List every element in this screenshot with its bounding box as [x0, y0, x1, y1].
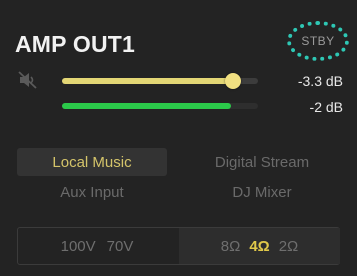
level-meter-fill: [62, 103, 231, 109]
source-dj-mixer[interactable]: DJ Mixer: [187, 178, 337, 206]
voltage-100v-option[interactable]: 100V: [61, 238, 96, 255]
volume-slider[interactable]: [62, 73, 258, 89]
standby-label: STBY: [301, 34, 335, 48]
volume-slider-fill: [62, 78, 233, 84]
voltage-selector: 100V 70V: [18, 228, 176, 264]
output-mode-box: 100V 70V 8Ω 4Ω 2Ω: [17, 227, 340, 265]
speaker-muted-icon[interactable]: [18, 71, 38, 89]
output-title: AMP OUT1: [15, 31, 136, 57]
source-aux-input[interactable]: Aux Input: [17, 178, 167, 206]
source-selector: Local Music Digital Stream Aux Input DJ …: [17, 148, 340, 210]
meter-db-readout: -2 dB: [309, 99, 343, 115]
impedance-4ohm-option[interactable]: 4Ω: [249, 238, 269, 255]
source-digital-stream[interactable]: Digital Stream: [187, 148, 337, 176]
volume-slider-handle[interactable]: [224, 73, 241, 89]
standby-button[interactable]: STBY: [287, 21, 349, 61]
level-meter: [62, 103, 258, 109]
impedance-selector: 8Ω 4Ω 2Ω: [179, 228, 340, 264]
amp-output-panel: AMP OUT1 STBY -3.3 dB -2 dB Local Music …: [0, 0, 357, 276]
impedance-2ohm-option[interactable]: 2Ω: [279, 238, 299, 255]
volume-db-readout: -3.3 dB: [297, 73, 343, 89]
voltage-70v-option[interactable]: 70V: [107, 238, 134, 255]
impedance-8ohm-option[interactable]: 8Ω: [221, 238, 241, 255]
source-local-music[interactable]: Local Music: [17, 148, 167, 176]
